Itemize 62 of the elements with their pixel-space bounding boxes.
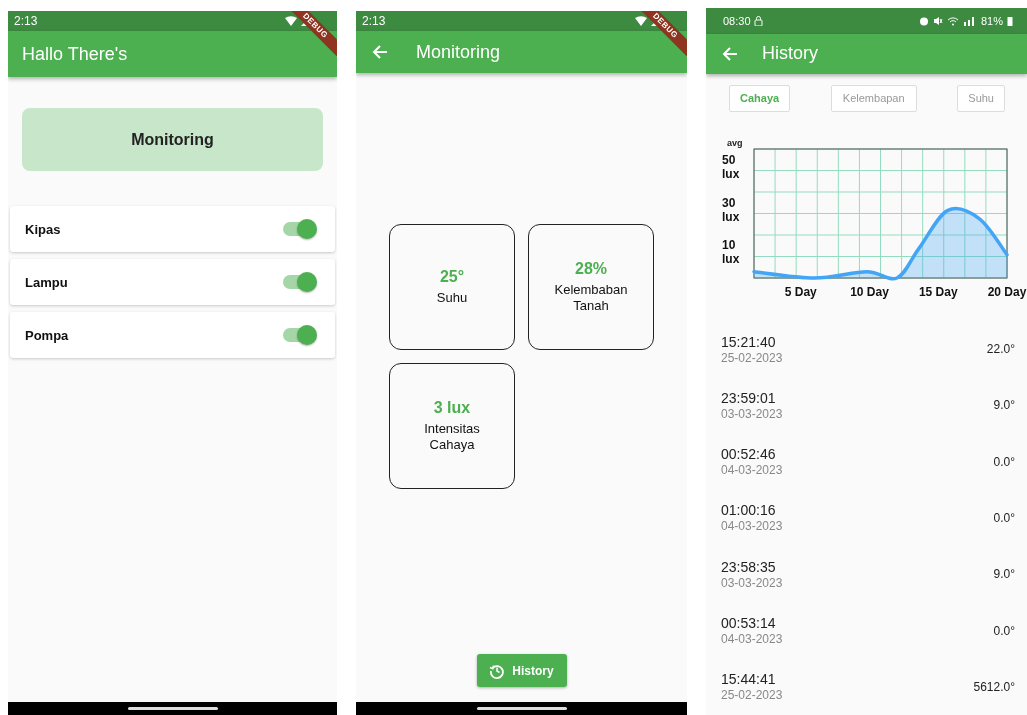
- app-bar-title: Monitoring: [416, 41, 501, 63]
- mute-icon: [932, 15, 943, 26]
- x-tick-label: 5 Day: [784, 284, 817, 299]
- back-arrow-icon[interactable]: [722, 45, 738, 62]
- switch-label: Lampu: [25, 274, 68, 290]
- record-value: 5612.0°: [973, 679, 1015, 694]
- record-time: 15:21:40: [721, 333, 777, 350]
- home-indicator[interactable]: [476, 707, 567, 710]
- x-tick-label: 10 Day: [850, 284, 889, 299]
- home-indicator[interactable]: [127, 707, 218, 710]
- history-icon: [489, 662, 506, 679]
- y-tick-label: 50 lux: [722, 153, 740, 182]
- sensor-label: Kelembaban Tanah: [553, 282, 629, 314]
- record-date: 04-03-2023: [721, 632, 783, 647]
- sensor-value: 28%: [575, 260, 607, 278]
- history-button[interactable]: History: [476, 654, 567, 687]
- record-value: 0.0°: [993, 454, 1015, 469]
- record-date: 25-02-2023: [721, 688, 783, 703]
- app-bar-title: Hallo There's: [22, 43, 128, 65]
- sensor-label: Suhu: [436, 290, 468, 306]
- record-time: 23:59:01: [721, 389, 777, 406]
- signal-icon: [962, 15, 977, 26]
- filter-tab[interactable]: Suhu: [957, 84, 1005, 112]
- record-value: 0.0°: [993, 510, 1015, 525]
- record-date: 25-02-2023: [721, 350, 783, 365]
- x-tick-label: 15 Day: [918, 284, 958, 299]
- wifi-icon: [946, 15, 959, 26]
- battery-icon: [1007, 15, 1013, 26]
- sensor-value: 25°: [439, 268, 465, 286]
- sensor-value: 3 lux: [433, 399, 471, 417]
- status-time: 2:13: [14, 14, 38, 28]
- switch-label: Kipas: [25, 221, 61, 237]
- back-arrow-icon[interactable]: [372, 44, 388, 60]
- record-date: 04-03-2023: [721, 463, 783, 478]
- y-axis-label: avg: [727, 137, 743, 148]
- record-value: 9.0°: [993, 398, 1015, 413]
- filter-tab[interactable]: Kelembapan: [830, 84, 917, 112]
- status-time: 08:30: [723, 14, 751, 27]
- record-time: 15:44:41: [721, 671, 777, 688]
- wifi-icon: [635, 16, 647, 26]
- record-value: 22.0°: [986, 342, 1015, 357]
- record-date: 03-03-2023: [721, 406, 783, 421]
- record-time: 23:58:35: [721, 558, 777, 575]
- record-time: 00:52:46: [721, 446, 777, 463]
- record-date: 04-03-2023: [721, 519, 783, 534]
- filter-tab[interactable]: Cahaya: [729, 84, 791, 112]
- sensor-label: Intensitas Cahaya: [423, 421, 481, 453]
- wifi-icon: [285, 16, 297, 26]
- app-bar-title: History: [762, 43, 818, 65]
- x-tick-label: 20 Day: [987, 284, 1027, 299]
- record-value: 9.0°: [993, 567, 1015, 582]
- record-value: 0.0°: [993, 623, 1015, 638]
- record-time: 01:00:16: [721, 502, 777, 519]
- y-tick-label: 30 lux: [722, 195, 740, 224]
- lock-icon: [753, 15, 763, 26]
- battery-percent: 81%: [980, 14, 1003, 27]
- monitoring-button[interactable]: Monitoring: [22, 108, 323, 171]
- record-time: 00:53:14: [721, 615, 777, 632]
- record-date: 03-03-2023: [721, 575, 783, 590]
- status-time: 2:13: [362, 14, 386, 28]
- y-tick-label: 10 lux: [722, 237, 740, 266]
- switch-label: Pompa: [25, 327, 69, 343]
